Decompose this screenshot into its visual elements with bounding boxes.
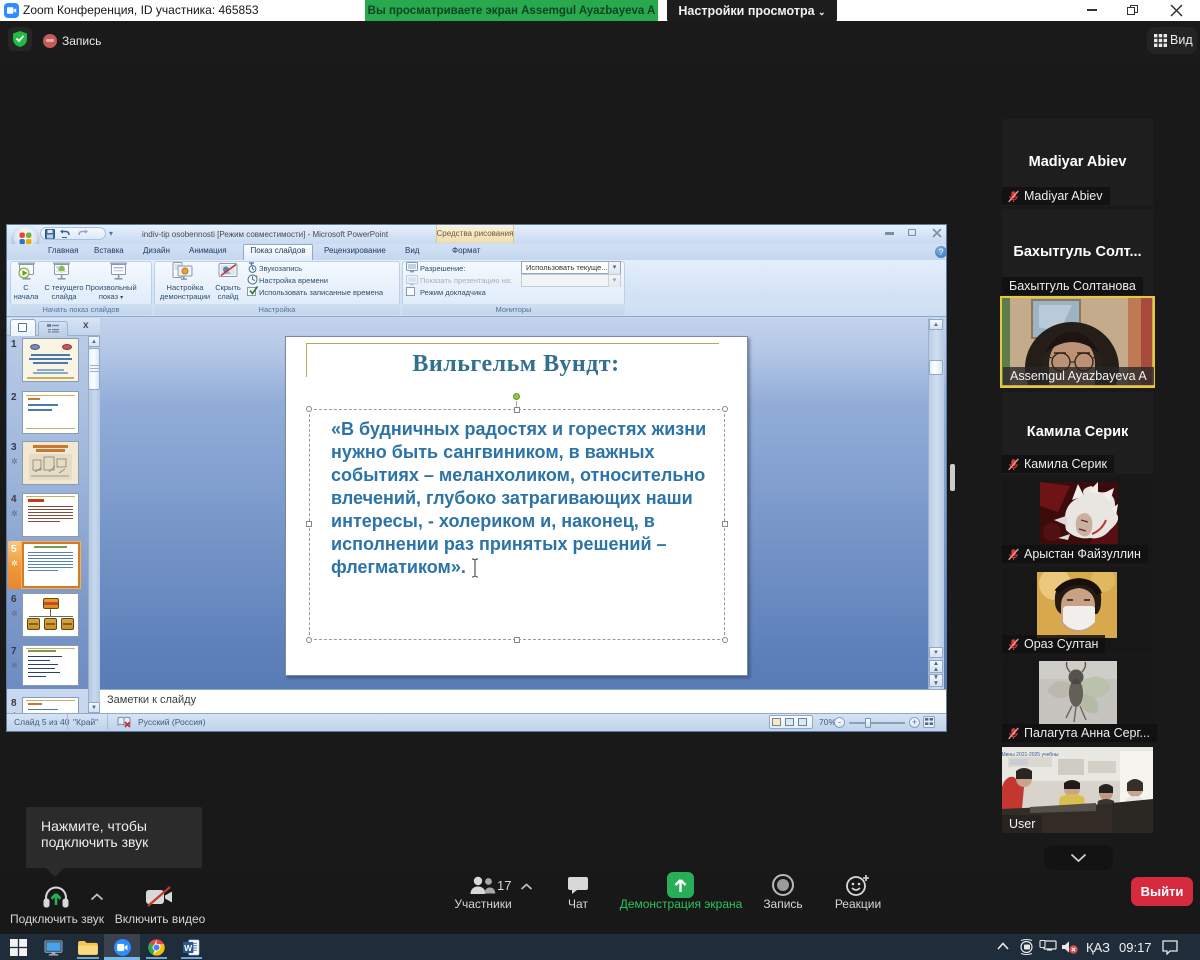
svg-text:Мины 2021-2025 учебны: Мины 2021-2025 учебны <box>1002 752 1059 758</box>
svg-text:W: W <box>184 943 193 953</box>
